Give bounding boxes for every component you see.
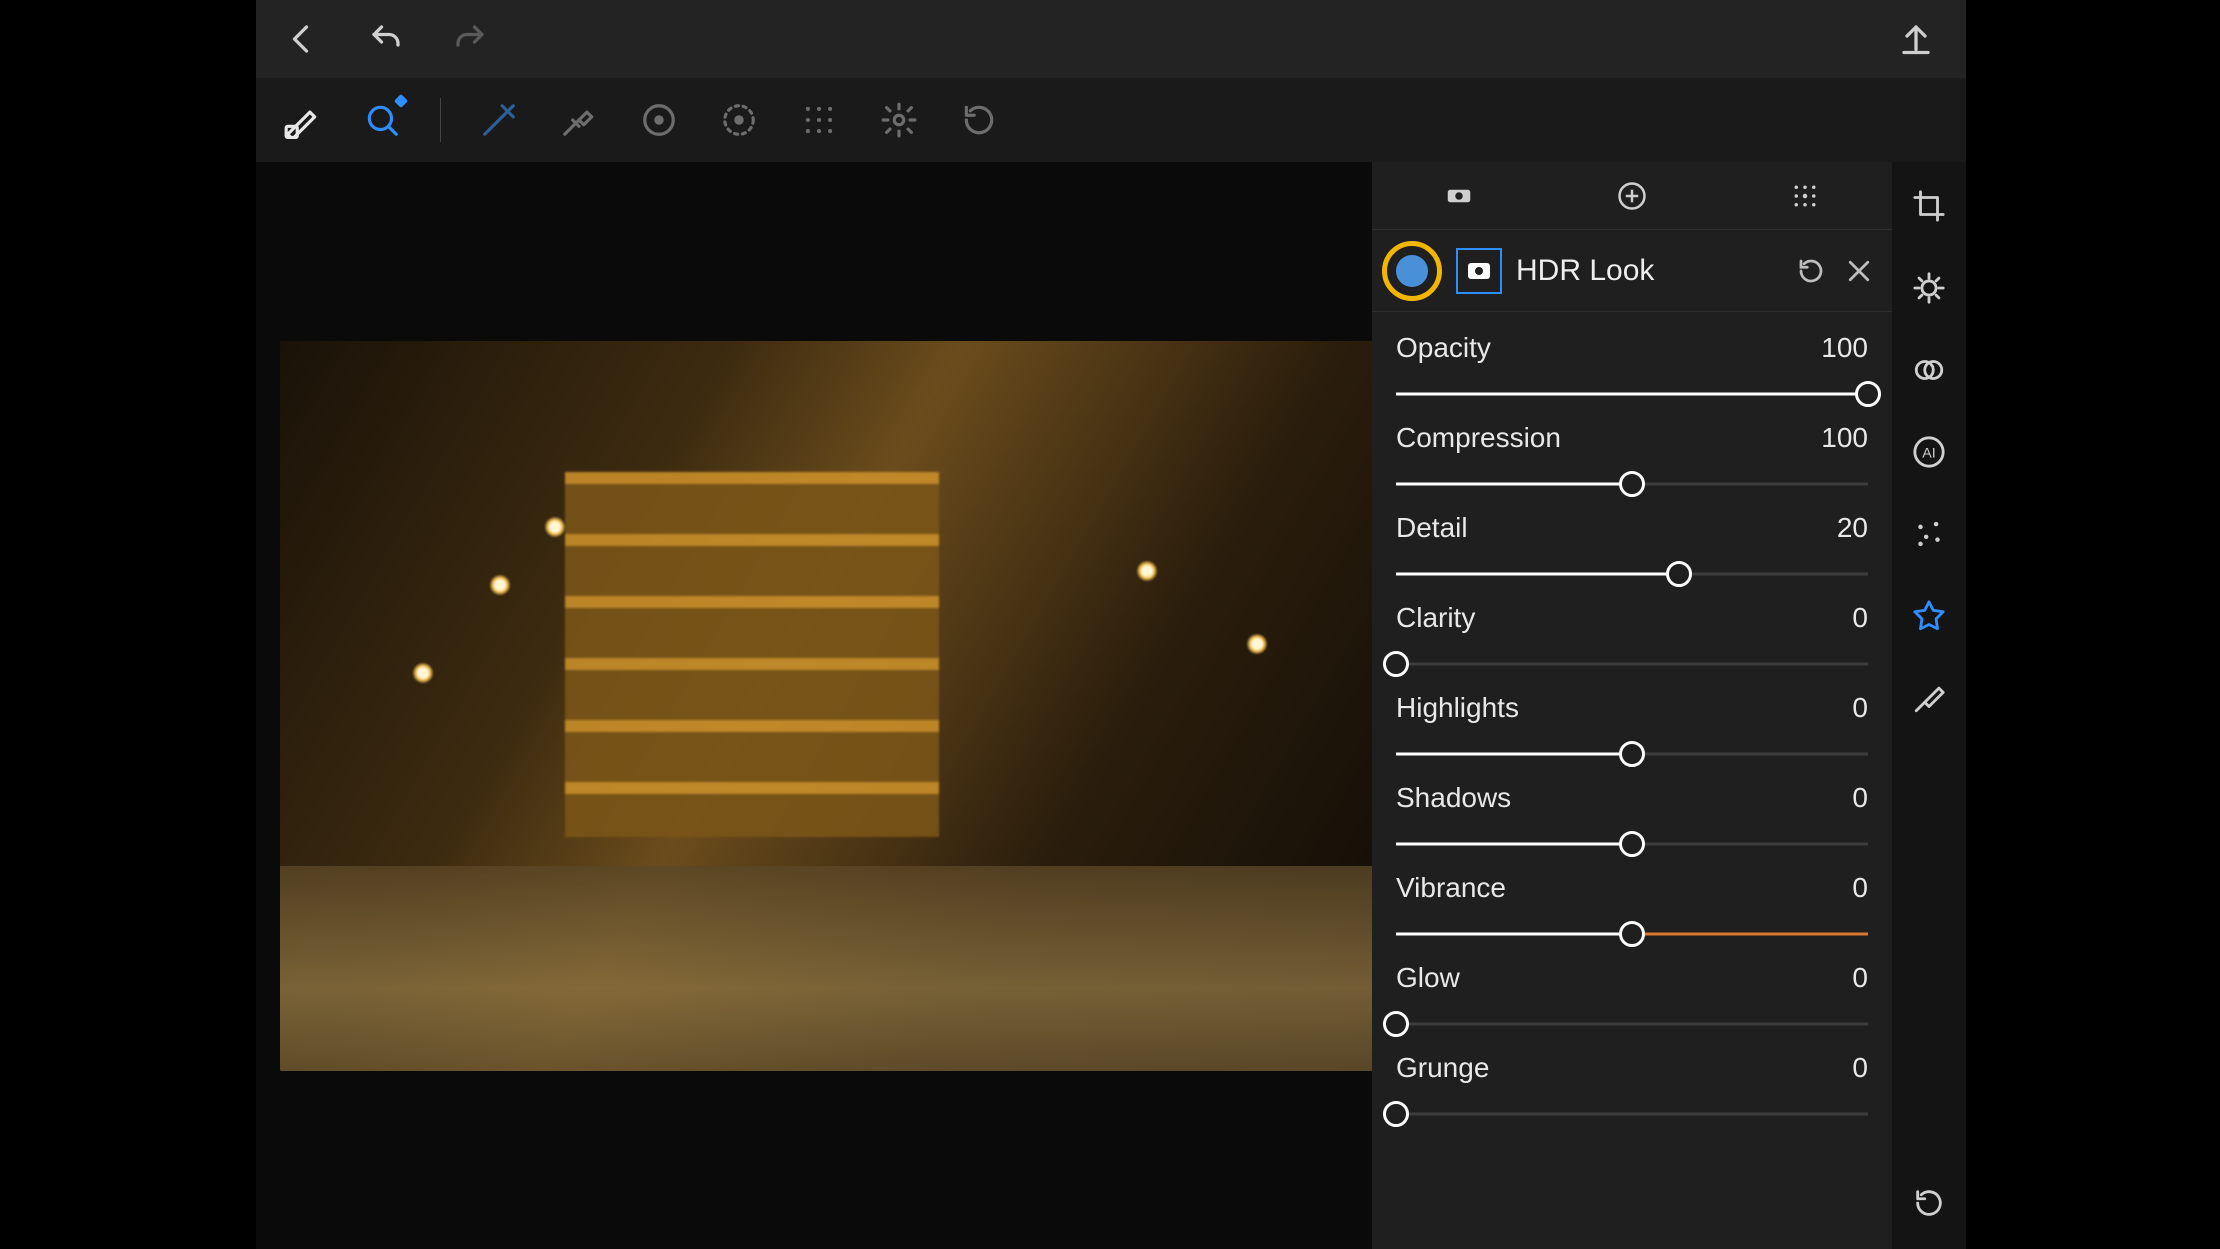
slider-thumb[interactable] (1383, 1011, 1409, 1037)
slider-value: 100 (1821, 332, 1868, 364)
slider-value: 0 (1852, 872, 1868, 904)
slider-grunge[interactable]: Grunge 0 (1396, 1046, 1868, 1136)
slider-thumb[interactable] (1383, 651, 1409, 677)
svg-text:AI: AI (1922, 446, 1935, 462)
image-preview (280, 341, 1378, 1071)
ai-icon[interactable]: AI (1909, 432, 1949, 472)
panel-top-row (1372, 162, 1892, 230)
redo-icon[interactable] (450, 19, 490, 59)
slider-value: 100 (1821, 422, 1868, 454)
slider-track[interactable] (1396, 1010, 1868, 1038)
toolbar-separator (440, 98, 441, 142)
pen-tool[interactable] (477, 98, 521, 142)
slider-label: Grunge (1396, 1052, 1489, 1084)
slider-label: Glow (1396, 962, 1460, 994)
mask-toggle-icon[interactable] (1440, 177, 1478, 215)
radial-soft-tool[interactable] (717, 98, 761, 142)
filter-title: HDR Look (1516, 254, 1780, 288)
panel-header: HDR Look (1372, 230, 1892, 312)
slider-track[interactable] (1396, 560, 1868, 588)
undo-icon[interactable] (366, 19, 406, 59)
fx-icon[interactable] (1909, 596, 1949, 636)
grid-tool[interactable] (797, 98, 841, 142)
slider-clarity[interactable]: Clarity 0 (1396, 596, 1868, 686)
adjust-panel: HDR Look Opacity 100 Compression 100 Detail 2… (1372, 162, 1892, 1249)
slider-value: 0 (1852, 782, 1868, 814)
slider-thumb[interactable] (1619, 471, 1645, 497)
slider-track[interactable] (1396, 650, 1868, 678)
back-icon[interactable] (282, 19, 322, 59)
scatter-icon[interactable] (1909, 514, 1949, 554)
slider-track[interactable] (1396, 1100, 1868, 1128)
add-layer-icon[interactable] (1613, 177, 1651, 215)
slider-thumb[interactable] (1619, 741, 1645, 767)
canvas[interactable] (256, 162, 1402, 1249)
brush-mask-tool[interactable] (280, 98, 324, 142)
reset-tool-icon[interactable] (957, 98, 1001, 142)
slider-label: Vibrance (1396, 872, 1506, 904)
slider-label: Opacity (1396, 332, 1491, 364)
reset-filter-icon[interactable] (1794, 254, 1828, 288)
slider-label: Compression (1396, 422, 1561, 454)
slider-value: 0 (1852, 692, 1868, 724)
slider-track[interactable] (1396, 740, 1868, 768)
slider-compression[interactable]: Compression 100 (1396, 416, 1868, 506)
slider-value: 0 (1852, 602, 1868, 634)
slider-thumb[interactable] (1383, 1101, 1409, 1127)
exposure-icon[interactable] (1909, 268, 1949, 308)
slider-value: 0 (1852, 962, 1868, 994)
slider-track[interactable] (1396, 830, 1868, 858)
slider-label: Shadows (1396, 782, 1511, 814)
gear-icon[interactable] (877, 98, 921, 142)
eyedropper-tool[interactable] (557, 98, 601, 142)
presets-icon[interactable] (1909, 350, 1949, 390)
slider-thumb[interactable] (1619, 831, 1645, 857)
slider-shadows[interactable]: Shadows 0 (1396, 776, 1868, 866)
slider-label: Clarity (1396, 602, 1475, 634)
layer-mask-thumb[interactable] (1456, 248, 1502, 294)
mask-toolbar (256, 78, 1966, 162)
crop-icon[interactable] (1909, 186, 1949, 226)
loupe-tool[interactable] (360, 98, 404, 142)
reset-all-icon[interactable] (1909, 1183, 1949, 1223)
slider-track[interactable] (1396, 470, 1868, 498)
blend-grid-icon[interactable] (1786, 177, 1824, 215)
slider-detail[interactable]: Detail 20 (1396, 506, 1868, 596)
category-sidebar: AI (1892, 162, 1966, 1249)
slider-value: 20 (1837, 512, 1868, 544)
slider-track[interactable] (1396, 920, 1868, 948)
slider-glow[interactable]: Glow 0 (1396, 956, 1868, 1046)
slider-label: Detail (1396, 512, 1468, 544)
slider-thumb[interactable] (1666, 561, 1692, 587)
layer-avatar[interactable] (1382, 241, 1442, 301)
export-icon[interactable] (1896, 19, 1936, 59)
close-icon[interactable] (1842, 254, 1876, 288)
slider-thumb[interactable] (1855, 381, 1881, 407)
top-nav (256, 0, 1966, 78)
slider-thumb[interactable] (1619, 921, 1645, 947)
radial-tool[interactable] (637, 98, 681, 142)
slider-list: Opacity 100 Compression 100 Detail 20 Clarity 0… (1372, 312, 1892, 1249)
brush-sidebar-icon[interactable] (1909, 678, 1949, 718)
slider-vibrance[interactable]: Vibrance 0 (1396, 866, 1868, 956)
slider-value: 0 (1852, 1052, 1868, 1084)
slider-track[interactable] (1396, 380, 1868, 408)
slider-opacity[interactable]: Opacity 100 (1396, 326, 1868, 416)
slider-highlights[interactable]: Highlights 0 (1396, 686, 1868, 776)
slider-label: Highlights (1396, 692, 1519, 724)
